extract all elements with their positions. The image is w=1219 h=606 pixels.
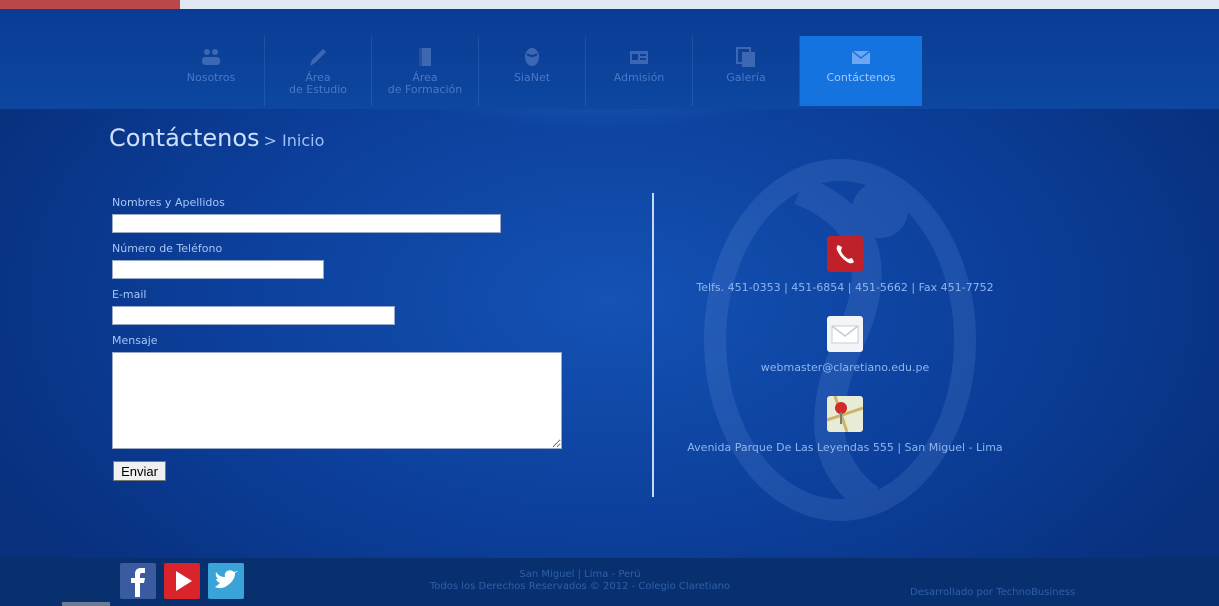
message-field[interactable] <box>112 352 562 449</box>
nav-item-galeria[interactable]: Galería <box>693 36 800 106</box>
pencil-icon <box>310 49 326 66</box>
nav-label: Admisión <box>613 71 665 84</box>
top-strip <box>0 0 1219 9</box>
nav-label: Área de Formación <box>387 71 463 96</box>
id-card-icon <box>630 51 648 64</box>
nav-item-contactenos[interactable]: Contáctenos <box>800 36 922 106</box>
footer-location: San Miguel | Lima - Perú <box>519 569 641 580</box>
breadcrumb[interactable]: > Inicio <box>264 131 325 150</box>
email-label: E-mail <box>112 288 147 301</box>
nav-item-area-formacion[interactable]: Área de Formación <box>372 36 479 106</box>
address-info: Avenida Parque De Las Leyendas 555 | San… <box>680 395 1010 454</box>
gallery-icon <box>736 47 755 67</box>
nav-label: Galería <box>726 71 766 84</box>
map-pin-icon <box>826 395 864 433</box>
twitter-icon[interactable] <box>208 563 244 599</box>
page-title-text: Contáctenos <box>109 124 260 152</box>
phone-info: Telfs. 451-0353 | 451-6854 | 451-5662 | … <box>680 236 1010 294</box>
phone-field[interactable] <box>112 260 324 279</box>
email-field[interactable] <box>112 306 395 325</box>
book-icon <box>419 48 431 66</box>
nav-label: Contáctenos <box>826 71 896 84</box>
name-label: Nombres y Apellidos <box>112 196 225 209</box>
submit-button[interactable]: Enviar <box>113 461 166 481</box>
email-address[interactable]: webmaster@claretiano.edu.pe <box>680 361 1010 374</box>
nav-label: SiaNet <box>513 71 551 84</box>
message-label: Mensaje <box>112 334 158 347</box>
phone-numbers: Telfs. 451-0353 | 451-6854 | 451-5662 | … <box>696 281 994 294</box>
footer-developer[interactable]: Desarrollado por TechnoBusiness <box>910 587 1075 598</box>
mail-icon <box>827 316 863 352</box>
sianet-icon <box>525 48 539 66</box>
top-accent <box>0 0 180 9</box>
nav-item-admision[interactable]: Admisión <box>586 36 693 106</box>
footer-rights: Todos los Derechos Reservados © 2012 - C… <box>429 581 731 592</box>
nav-label: Área de Estudio <box>289 71 347 96</box>
nav-label: Nosotros <box>186 71 236 84</box>
scrollbar-thumb[interactable] <box>62 602 110 606</box>
nav-item-sianet[interactable]: SiaNet <box>479 36 586 106</box>
phone-icon <box>827 236 863 272</box>
contact-form: Nombres y Apellidos Número de Teléfono E… <box>112 196 562 449</box>
email-info: webmaster@claretiano.edu.pe <box>680 316 1010 374</box>
vertical-divider <box>652 193 654 497</box>
address-text: Avenida Parque De Las Leyendas 555 | San… <box>687 441 1003 454</box>
youtube-icon[interactable] <box>164 563 200 599</box>
nav-item-area-estudio[interactable]: Área de Estudio <box>265 36 372 106</box>
page-title: Contáctenos > Inicio <box>109 124 324 152</box>
envelope-icon <box>851 50 871 64</box>
facebook-icon[interactable] <box>120 563 156 599</box>
footer-info: San Miguel | Lima - Perú Todos los Derec… <box>380 569 780 593</box>
name-field[interactable] <box>112 214 501 233</box>
people-icon <box>202 49 220 65</box>
phone-label: Número de Teléfono <box>112 242 223 255</box>
main-nav: Nosotros Área de Estudio Área de Formaci… <box>158 36 922 106</box>
nav-item-nosotros[interactable]: Nosotros <box>158 36 265 106</box>
